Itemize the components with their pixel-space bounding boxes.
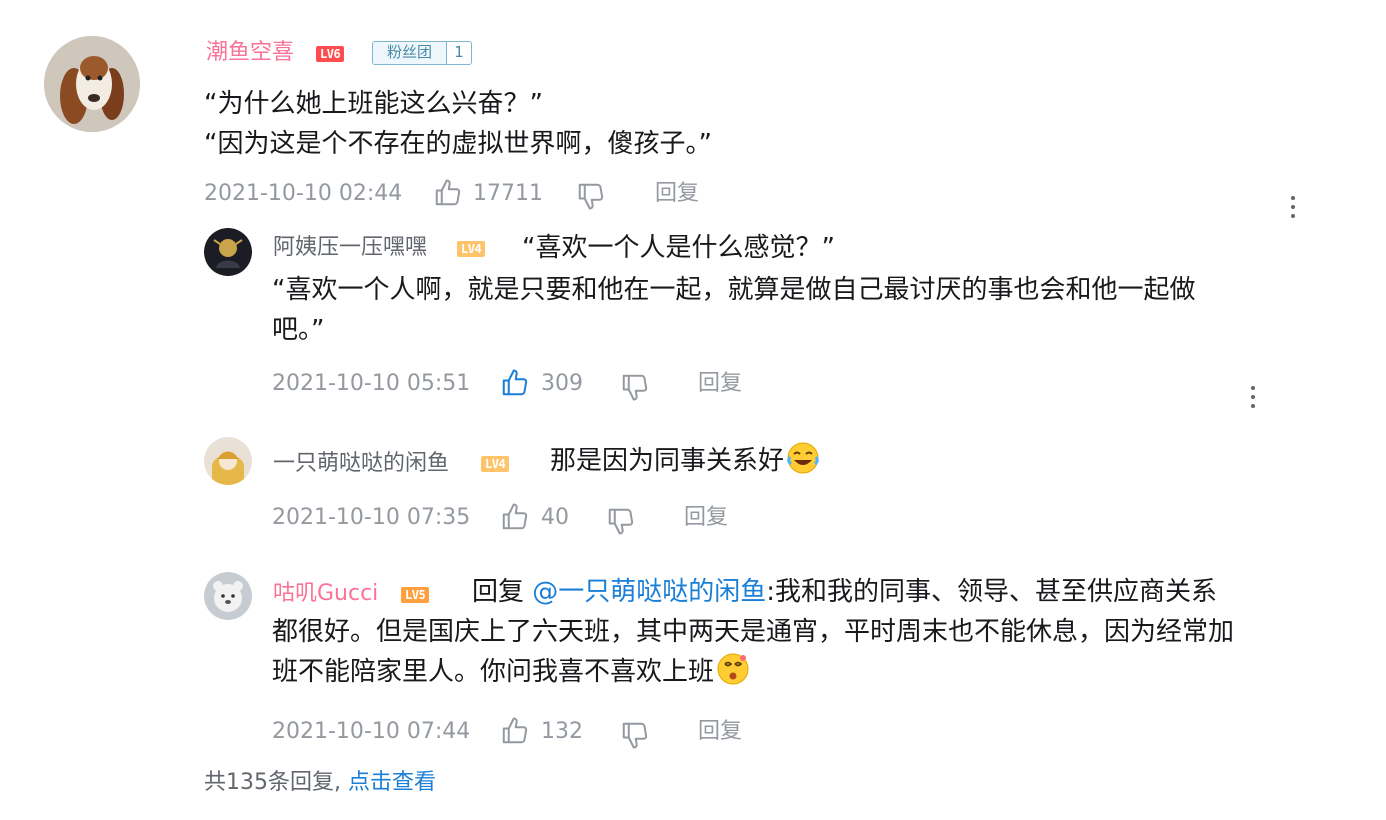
comment-line: 都很好。但是国庆上了六天班，其中两天是通宵，平时周末也不能休息，因为经常加: [272, 617, 1235, 647]
reply-prefix: 回复: [472, 577, 525, 607]
comment-line: 班不能陪家里人。你问我喜不喜欢上班: [272, 657, 715, 687]
more-vertical-icon[interactable]: [1289, 196, 1297, 223]
avatar[interactable]: [204, 572, 252, 620]
username[interactable]: 潮鱼空喜: [206, 39, 294, 67]
anime-avatar-image: [204, 437, 252, 485]
thumbs-up-icon[interactable]: [500, 368, 530, 398]
comment-text: 那是因为同事关系好: [550, 441, 820, 481]
avatar[interactable]: [44, 36, 140, 132]
comment-line: “因为这是个不存在的虚拟世界啊，傻孩子。”: [204, 129, 712, 159]
dog-avatar-image: [44, 36, 140, 132]
bear-avatar-image: [204, 572, 252, 620]
comment-date: 2021-10-10 05:51: [272, 371, 471, 396]
comment-text: “喜欢一个人啊，就是只要和他在一起，就算是做自己最讨厌的事也会和他一起做 吧。”: [272, 270, 1195, 350]
replies-footer: 共135条回复, 点击查看: [204, 768, 436, 798]
thumbs-up-icon[interactable]: [500, 716, 530, 746]
level-badge: LV4: [481, 456, 510, 472]
reply-button[interactable]: 回复: [684, 504, 728, 532]
thumbs-down-icon[interactable]: [606, 506, 636, 536]
avatar[interactable]: [204, 437, 252, 485]
like-count: 309: [541, 371, 583, 396]
avatar[interactable]: [204, 228, 252, 276]
thumbs-down-icon[interactable]: [576, 181, 606, 211]
laughing-tears-emoji: [786, 441, 820, 475]
comment-line-last: 班不能陪家里人。你问我喜不喜欢上班: [272, 652, 1234, 692]
like-count: 40: [541, 505, 569, 530]
comment-text: 回复 @一只萌哒哒的闲鱼:我和我的同事、领导、甚至供应商关系 都很好。但是国庆上…: [272, 572, 1234, 692]
reply-button[interactable]: 回复: [698, 370, 742, 398]
username[interactable]: 一只萌哒哒的闲鱼: [273, 450, 449, 478]
comment-date: 2021-10-10 02:44: [204, 181, 403, 206]
mention-link[interactable]: @一只萌哒哒的闲鱼: [532, 577, 766, 607]
comment-line: 吧。”: [272, 315, 325, 345]
level-badge: LV4: [457, 241, 486, 257]
like-count: 132: [541, 719, 583, 744]
username[interactable]: 阿姨压一压嘿嘿: [273, 234, 427, 262]
comment-line: 那是因为同事关系好: [550, 446, 785, 476]
comment-text: “为什么她上班能这么兴奋？” “因为这是个不存在的虚拟世界啊，傻孩子。”: [204, 84, 712, 164]
like-count: 17711: [473, 181, 543, 206]
reply-button[interactable]: 回复: [655, 180, 699, 208]
comment-first-line: 回复 @一只萌哒哒的闲鱼:我和我的同事、领导、甚至供应商关系: [272, 572, 1234, 612]
level-badge: LV6: [316, 46, 345, 62]
reply-count: 共135条回复,: [204, 770, 341, 795]
view-more-link[interactable]: 点击查看: [348, 770, 436, 795]
comment-line: “为什么她上班能这么兴奋？”: [204, 89, 543, 119]
fan-badge[interactable]: 粉丝团 1: [372, 41, 472, 65]
reply-button[interactable]: 回复: [698, 718, 742, 746]
more-vertical-icon[interactable]: [1249, 386, 1257, 413]
comment-date: 2021-10-10 07:35: [272, 505, 471, 530]
thumbs-up-icon[interactable]: [433, 178, 463, 208]
thumbs-down-icon[interactable]: [620, 720, 650, 750]
thumbs-down-icon[interactable]: [620, 372, 650, 402]
comment-date: 2021-10-10 07:44: [272, 719, 471, 744]
dark-avatar-image: [204, 228, 252, 276]
fan-badge-name: 粉丝团: [373, 42, 447, 64]
thumbs-up-icon[interactable]: [500, 502, 530, 532]
dizzy-face-emoji: [716, 652, 750, 686]
comment-line: “喜欢一个人啊，就是只要和他在一起，就算是做自己最讨厌的事也会和他一起做: [272, 275, 1196, 305]
comment-line: :我和我的同事、领导、甚至供应商关系: [766, 577, 1218, 607]
comment-line: “喜欢一个人是什么感觉？”: [522, 233, 835, 263]
fan-badge-level: 1: [454, 43, 464, 61]
